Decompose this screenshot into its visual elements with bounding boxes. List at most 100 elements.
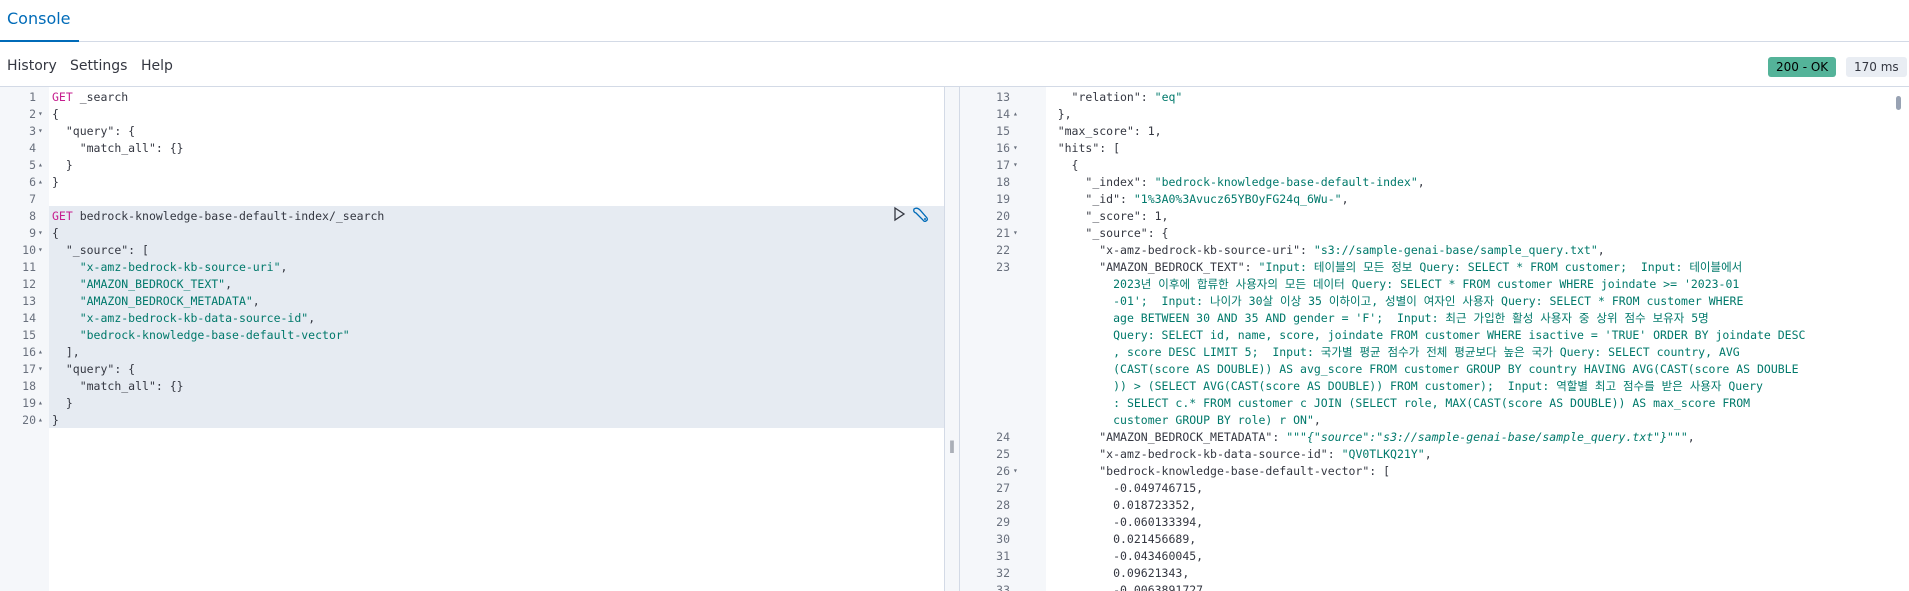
code-line: "relation": "eq" [1071, 90, 1183, 104]
code-line: "query": { [65, 362, 136, 376]
line-number: 5 [29, 158, 36, 172]
code-line: 2023년 이후에 합류한 사용자의 모든 데이터 Query: SELECT … [1113, 277, 1740, 291]
line-number: 4 [29, 141, 36, 155]
code-line: { [52, 107, 59, 121]
line-number: 13 [22, 294, 36, 308]
line-number: 16 [996, 141, 1010, 155]
line-number: 21 [996, 226, 1010, 240]
code-line: "x-amz-bedrock-kb-source-uri", [79, 260, 288, 274]
code-line: customer GROUP BY role) r ON", [1113, 413, 1321, 427]
fold-open-icon[interactable]: ▾ [38, 126, 43, 135]
line-number: 1 [29, 90, 36, 104]
line-number [960, 293, 1010, 310]
pane-resize-handle[interactable]: ‖ [944, 87, 960, 591]
help-menu[interactable]: Help [141, 58, 173, 74]
fold-close-icon[interactable]: ▴ [38, 160, 43, 169]
request-time-badge: 170 ms [1846, 57, 1907, 77]
code-line: -0.049746715, [1030, 481, 1204, 495]
line-number: 24 [996, 430, 1010, 444]
play-icon[interactable] [894, 206, 906, 222]
code-line: )) > (SELECT AVG(CAST(score AS DOUBLE)) … [1113, 379, 1763, 393]
fold-open-icon[interactable]: ▾ [1013, 143, 1018, 152]
line-number: 19 [22, 396, 36, 410]
line-number: 33 [996, 583, 1010, 591]
request-editor[interactable]: 1 GET _search 2 ▾{3 ▾ "query": {4 "match_all… [0, 87, 944, 591]
code-line: } [52, 158, 73, 172]
code-line: "max_score": 1, [1057, 124, 1162, 138]
line-number: 7 [29, 192, 36, 206]
code-line: "bedrock-knowledge-base-default-vector" [79, 328, 350, 342]
code-line: "query": { [65, 124, 136, 138]
fold-open-icon[interactable]: ▾ [38, 364, 43, 373]
code-line: GET bedrock-knowledge-base-default-index… [52, 209, 385, 223]
fold-open-icon[interactable]: ▾ [38, 228, 43, 237]
line-number: 18 [996, 175, 1010, 189]
code-line: "hits": [ [1057, 141, 1121, 155]
code-line: } [52, 396, 73, 410]
line-number: 17 [996, 158, 1010, 172]
fold-close-icon[interactable]: ▴ [38, 177, 43, 186]
code-line: 0.018723352, [1030, 498, 1197, 512]
code-line: "AMAZON_BEDROCK_METADATA": """{"source":… [1099, 430, 1695, 444]
line-number: 16 [22, 345, 36, 359]
line-number: 25 [996, 447, 1010, 461]
tab-console[interactable]: Console [0, 0, 79, 42]
code-line: "_score": 1, [1085, 209, 1169, 223]
fold-open-icon[interactable]: ▾ [1013, 228, 1018, 237]
fold-open-icon[interactable]: ▾ [1013, 160, 1018, 169]
line-number: 11 [22, 260, 36, 274]
code-line: 0.09621343, [1030, 566, 1190, 580]
code-line: "x-amz-bedrock-kb-data-source-id": "QV0T… [1099, 447, 1432, 461]
line-number: 2 [29, 107, 36, 121]
code-line: -0.060133394, [1030, 515, 1204, 529]
line-number: 28 [996, 498, 1010, 512]
code-line: (CAST(score AS DOUBLE)) AS avg_score FRO… [1113, 362, 1799, 376]
code-line: "_index": "bedrock-knowledge-base-defaul… [1085, 175, 1425, 189]
response-viewer[interactable]: 13 "relation": "eq" 14 ▴ }, 15 "max_score":… [960, 87, 1909, 591]
line-number: 19 [996, 192, 1010, 206]
console-toolbar: History Settings Help 200 - OK 170 ms [0, 43, 1909, 87]
settings-menu[interactable]: Settings [70, 58, 127, 74]
line-number: 12 [22, 277, 36, 291]
code-line: "x-amz-bedrock-kb-source-uri": "s3://sam… [1099, 243, 1605, 257]
line-number [960, 378, 1010, 395]
line-number: 13 [996, 90, 1010, 104]
code-line: age BETWEEN 30 AND 35 AND gender = 'F'; … [1113, 311, 1709, 325]
line-number [960, 412, 1010, 429]
code-line: "_source": { [1085, 226, 1169, 240]
response-scrollbar[interactable] [1896, 96, 1901, 110]
line-number: 27 [996, 481, 1010, 495]
code-line: "AMAZON_BEDROCK_TEXT", [79, 277, 233, 291]
code-line: "x-amz-bedrock-kb-data-source-id", [79, 311, 316, 325]
fold-close-icon[interactable]: ▴ [38, 415, 43, 424]
code-line: } [52, 175, 59, 189]
fold-open-icon[interactable]: ▾ [38, 245, 43, 254]
fold-close-icon[interactable]: ▴ [38, 347, 43, 356]
line-number: 32 [996, 566, 1010, 580]
fold-open-icon[interactable]: ▾ [1013, 466, 1018, 475]
code-line: }, [1030, 107, 1072, 121]
fold-close-icon[interactable]: ▴ [38, 398, 43, 407]
wrench-icon[interactable] [913, 207, 928, 222]
code-line: GET _search [52, 90, 129, 104]
code-line: ], [52, 345, 80, 359]
resize-grip-icon: ‖ [949, 439, 955, 453]
code-line: Query: SELECT id, name, score, joindate … [1113, 328, 1806, 342]
line-number: 26 [996, 464, 1010, 478]
line-number: 6 [29, 175, 36, 189]
line-number: 3 [29, 124, 36, 138]
code-line: "match_all": {} [79, 141, 184, 155]
code-line: "AMAZON_BEDROCK_TEXT": "Input: 테이블의 모든 정… [1099, 260, 1743, 274]
code-line: 0.021456689, [1030, 532, 1197, 546]
line-number [960, 310, 1010, 327]
code-line: "AMAZON_BEDROCK_METADATA", [79, 294, 260, 308]
line-number: 17 [22, 362, 36, 376]
line-number [960, 361, 1010, 378]
fold-close-icon[interactable]: ▴ [1013, 109, 1018, 118]
line-number: 15 [996, 124, 1010, 138]
code-line: -0.043460045, [1030, 549, 1204, 563]
fold-open-icon[interactable]: ▾ [38, 109, 43, 118]
history-menu[interactable]: History [7, 58, 57, 74]
status-badge: 200 - OK [1768, 57, 1837, 77]
line-number: 31 [996, 549, 1010, 563]
